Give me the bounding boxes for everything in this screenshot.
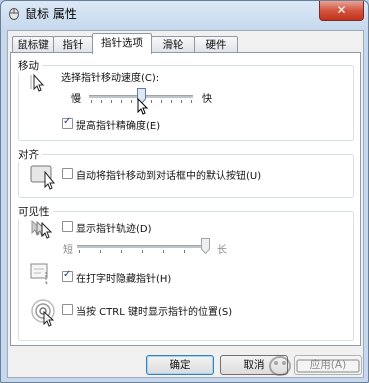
pointer-trails-label: 显示指针轨迹(D) [76,224,152,235]
snap-group: 对齐 自动将指针移动到对话框中的默认按钮(U) [18,147,354,198]
tab-hardware[interactable]: 硬件 [194,36,238,53]
tab-wheel[interactable]: 滑轮 [151,36,195,53]
precision-label: 提高指针精确度(E) [76,121,161,132]
tab-pointers[interactable]: 指针 [53,36,93,53]
mouse-properties-window: 鼠标 属性 ✕ 鼠标键 指针 指针选项 滑轮 硬件 移动 选择指针移动速度(C)… [0,0,369,383]
pointer-speed-icon [30,73,45,92]
snap-to-checkbox[interactable] [62,168,73,179]
dialog-body: 鼠标键 指针 指针选项 滑轮 硬件 移动 选择指针移动速度(C): 慢 快 ✓ … [7,30,364,378]
title-bar[interactable]: 鼠标 属性 ✕ [1,1,368,27]
visibility-group-title: 可见性 [18,204,53,219]
mouse-cursor-icon [137,98,149,115]
speed-label: 选择指针移动速度(C): [61,73,160,84]
motion-group: 移动 选择指针移动速度(C): 慢 快 ✓ 提高指针精确度(E) [18,58,354,141]
close-button[interactable]: ✕ [319,1,364,21]
pointer-trails-icon [31,219,53,239]
hide-pointer-icon [30,263,49,286]
hide-while-typing-label: 在打字时隐藏指针(H) [76,274,172,285]
snap-to-icon [30,165,56,190]
tab-pointer-options[interactable]: 指针选项 [92,33,152,54]
hide-while-typing-checkbox[interactable] [62,269,73,282]
slow-label: 慢 [71,94,81,105]
show-location-icon [31,299,55,327]
ctrl-locate-checkbox[interactable] [62,304,73,315]
trails-slider-thumb[interactable] [200,238,210,254]
snap-group-title: 对齐 [18,147,42,162]
precision-checkbox[interactable] [62,116,73,129]
ctrl-locate-label: 当按 CTRL 键时显示指针的位置(S) [76,307,233,318]
visibility-group: 可见性 显示指针轨迹(D) 短 长 ✓ 在打字时隐藏指针(H) 当按 CTRL … [18,204,354,341]
pointer-trails-checkbox[interactable] [62,221,73,232]
watermark-logo [269,356,360,376]
snap-to-label: 自动将指针移动到对话框中的默认按钮(U) [76,171,262,182]
pointer-options-panel: 移动 选择指针移动速度(C): 慢 快 ✓ 提高指针精确度(E) 对齐 自动将指… [10,52,361,346]
window-title: 鼠标 属性 [25,7,77,21]
long-label: 长 [217,245,227,256]
fast-label: 快 [202,94,212,105]
motion-group-title: 移动 [18,58,42,73]
short-label: 短 [63,245,73,256]
mouse-icon [9,8,19,20]
trails-slider-track[interactable] [77,245,207,248]
tab-buttons[interactable]: 鼠标键 [12,36,54,53]
ok-button[interactable]: 确定 [146,355,214,375]
